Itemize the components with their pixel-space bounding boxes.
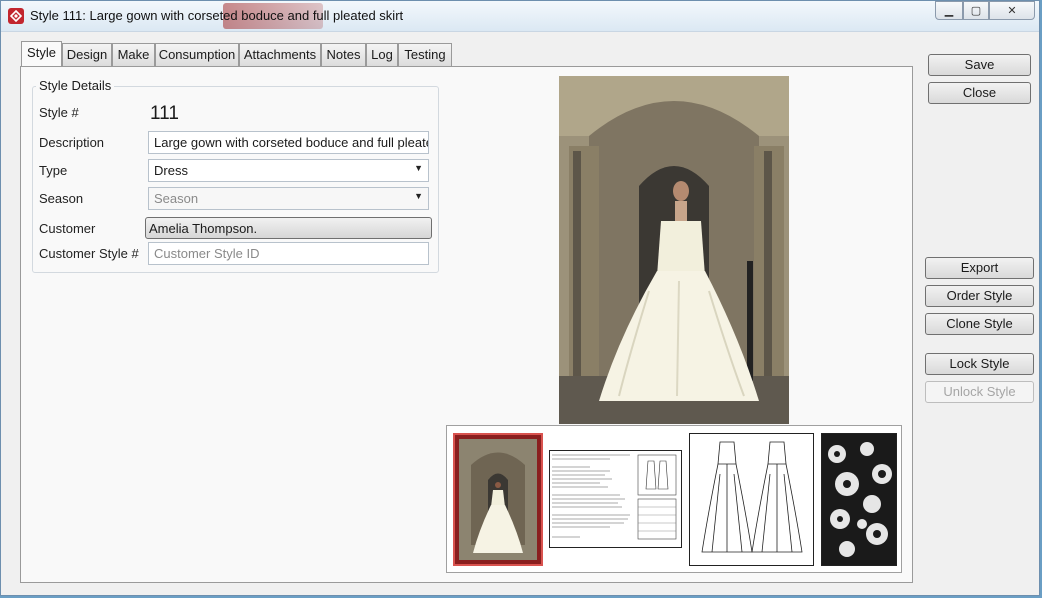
thumbnail-photo[interactable] [453,433,543,566]
tab-notes[interactable]: Notes [321,43,366,66]
customer-style-field[interactable]: Customer Style ID [148,242,429,265]
type-select[interactable]: Dress ▼ [148,159,429,182]
style-number-label: Style # [39,105,79,120]
thumbnail-lace-fabric[interactable] [821,433,897,566]
tab-design[interactable]: Design [62,43,112,66]
order-style-button[interactable]: Order Style [925,285,1034,307]
thumbnail-spec-sheet[interactable] [549,450,682,548]
season-label: Season [39,191,84,206]
chevron-down-icon: ▼ [414,191,423,201]
lock-style-button[interactable]: Lock Style [925,353,1034,375]
description-label: Description [39,135,105,150]
app-logo-icon [8,8,24,24]
type-value: Dress [154,163,188,178]
tab-style[interactable]: Style [21,41,62,66]
description-field[interactable]: Large gown with corseted boduce and full… [148,131,429,154]
save-button[interactable]: Save [928,54,1031,76]
tab-make[interactable]: Make [112,43,155,66]
tab-log[interactable]: Log [366,43,398,66]
style-number-value: 111 [150,103,179,124]
customer-label: Customer [39,221,96,236]
type-label: Type [39,163,68,178]
tab-testing[interactable]: Testing [398,43,452,66]
unlock-style-button[interactable]: Unlock Style [925,381,1034,403]
maximize-button[interactable]: ▢ [963,1,989,20]
season-select[interactable]: Season ▼ [148,187,429,210]
app-window: Style 111: Large gown with corseted bodu… [0,0,1040,596]
tab-attachments[interactable]: Attachments [239,43,321,66]
clone-style-button[interactable]: Clone Style [925,313,1034,335]
style-main-photo [559,76,789,424]
season-placeholder: Season [154,191,199,206]
chevron-down-icon: ▼ [414,163,423,173]
minimize-button[interactable]: ▁ [935,1,963,20]
title-bar: Style 111: Large gown with corseted bodu… [1,1,1039,32]
customer-style-label: Customer Style # [39,246,139,261]
window-title: Style 111: Large gown with corseted bodu… [30,8,404,23]
close-window-button[interactable]: ✕ [989,1,1035,20]
style-details-title: Style Details [36,78,115,93]
export-button[interactable]: Export [925,257,1034,279]
close-button[interactable]: Close [928,82,1031,104]
attachments-thumbnail-strip [446,425,902,573]
thumbnail-technical-drawing[interactable] [689,433,814,566]
customer-button[interactable]: Amelia Thompson. [145,217,432,239]
tab-consumption[interactable]: Consumption [155,43,239,66]
